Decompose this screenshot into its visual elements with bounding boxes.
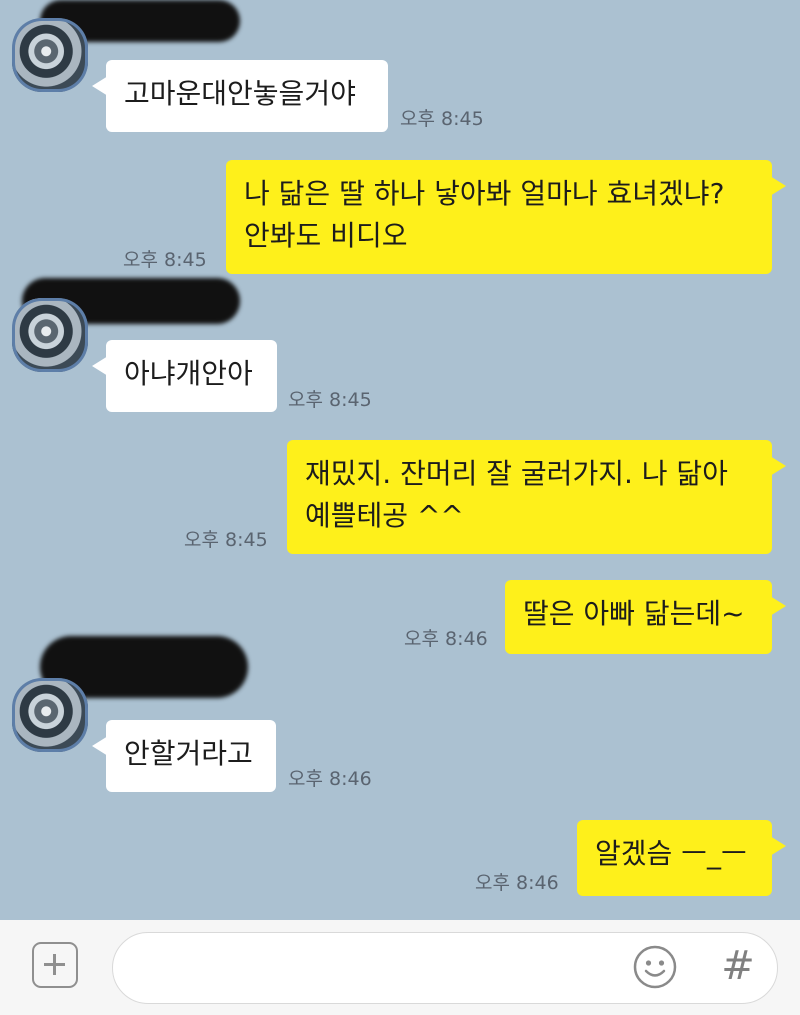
message-bubble[interactable]: 나 닮은 딸 하나 낳아봐 얼마나 효녀겠냐? 안봐도 비디오 bbox=[226, 160, 786, 274]
plus-icon[interactable] bbox=[32, 942, 78, 988]
message-time: 오후 8:45 bbox=[184, 529, 268, 551]
message-time: 오후 8:45 bbox=[288, 389, 372, 411]
message-input[interactable] bbox=[112, 932, 778, 1004]
sender-avatar[interactable] bbox=[12, 298, 88, 372]
sender-avatar[interactable] bbox=[12, 18, 88, 92]
chat-area[interactable]: 고마운대안놓을거야 오후 8:45 나 닮은 딸 하나 낳아봐 얼마나 효녀겠냐… bbox=[0, 0, 800, 920]
message-time: 오후 8:46 bbox=[475, 872, 559, 894]
message-bubble[interactable]: 재밌지. 잔머리 잘 굴러가지. 나 닮아 예쁠테공 ^^ bbox=[287, 440, 786, 554]
message-bubble[interactable]: 아냐개안아 bbox=[92, 340, 277, 412]
message-time: 오후 8:45 bbox=[123, 249, 207, 271]
message-bubble[interactable]: 안할거라고 bbox=[92, 720, 276, 792]
message-time: 오후 8:46 bbox=[288, 768, 372, 790]
message-time: 오후 8:45 bbox=[400, 108, 484, 130]
message-bubble[interactable]: 고마운대안놓을거야 bbox=[92, 60, 388, 132]
message-bubble[interactable]: 딸은 아빠 닮는데~ bbox=[505, 580, 786, 654]
emoji-icon[interactable] bbox=[632, 944, 678, 990]
sender-avatar[interactable] bbox=[12, 678, 88, 752]
message-time: 오후 8:46 bbox=[404, 628, 488, 650]
hash-icon[interactable]: # bbox=[716, 942, 760, 990]
message-bubble[interactable]: 알겠슴 ㅡ_ㅡ bbox=[577, 820, 786, 896]
message-input-bar: # bbox=[0, 920, 800, 1015]
